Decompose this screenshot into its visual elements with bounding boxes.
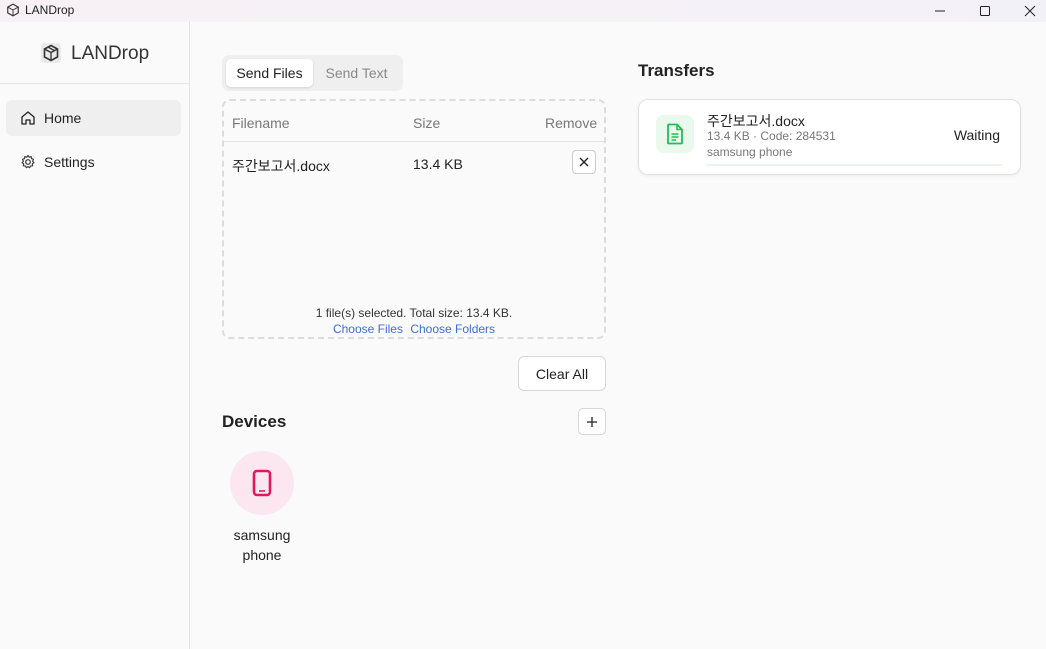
add-device-button[interactable] <box>578 408 606 435</box>
choose-folders-link[interactable]: Choose Folders <box>410 322 495 336</box>
transfers-heading: Transfers <box>638 61 715 80</box>
document-icon <box>667 123 683 145</box>
transfer-progress-bar <box>707 164 1002 166</box>
column-header-filename: Filename <box>232 115 290 131</box>
gear-icon <box>21 154 35 169</box>
window-title: LANDrop <box>25 3 75 17</box>
home-icon <box>21 111 35 125</box>
file-row-size: 13.4 KB <box>413 156 463 172</box>
choose-files-link[interactable]: Choose Files <box>333 322 403 336</box>
minimize-icon <box>935 10 945 12</box>
file-icon-badge <box>656 115 694 153</box>
column-header-remove: Remove <box>545 115 598 131</box>
send-tabs: Send Files Send Text <box>222 55 403 91</box>
plus-icon <box>587 416 597 427</box>
close-icon <box>579 157 589 167</box>
selection-summary: 1 file(s) selected. Total size: 13.4 KB. <box>315 306 513 320</box>
close-icon <box>1024 5 1036 17</box>
clear-all-button[interactable]: Clear All <box>518 356 606 391</box>
transfer-meta: 13.4 KB · Code: 284531 <box>707 129 836 143</box>
file-drop-zone[interactable]: Filename Size Remove 주간보고서.docx 13.4 KB … <box>222 99 606 339</box>
transfer-status: Waiting <box>953 127 1000 143</box>
tab-send-files[interactable]: Send Files <box>226 59 313 87</box>
title-bar: LANDrop <box>0 0 1046 22</box>
maximize-icon <box>980 6 990 16</box>
maximize-button[interactable] <box>962 0 1008 22</box>
file-row-name: 주간보고서.docx <box>232 158 330 174</box>
sidebar-item-settings[interactable]: Settings <box>6 144 181 180</box>
phone-icon <box>252 469 272 497</box>
tab-send-text[interactable]: Send Text <box>316 59 397 87</box>
sidebar-item-home[interactable]: Home <box>6 100 181 136</box>
brand: LANDrop <box>0 22 189 84</box>
transfer-device: samsung phone <box>707 145 793 159</box>
minimize-button[interactable] <box>917 0 963 22</box>
device-name: samsung phone <box>233 527 291 563</box>
remove-file-button[interactable] <box>572 150 596 174</box>
device-avatar <box>230 451 294 515</box>
table-divider <box>224 141 604 142</box>
device-item[interactable]: samsung phone <box>222 451 302 565</box>
transfer-file-name: 주간보고서.docx <box>707 113 805 129</box>
close-window-button[interactable] <box>1007 0 1046 22</box>
app-logo-icon <box>7 3 19 17</box>
landrop-logo-icon <box>41 43 61 63</box>
brand-name: LANDrop <box>71 43 150 64</box>
devices-heading: Devices <box>222 412 287 431</box>
sidebar-item-label: Settings <box>44 154 95 170</box>
choose-links: Choose Files Choose Folders <box>224 322 604 336</box>
column-header-size: Size <box>413 115 441 131</box>
transfer-item: 주간보고서.docx 13.4 KB · Code: 284531 samsun… <box>638 99 1021 175</box>
sidebar-item-label: Home <box>44 110 82 126</box>
sidebar: LANDrop Home Settings <box>0 22 190 649</box>
